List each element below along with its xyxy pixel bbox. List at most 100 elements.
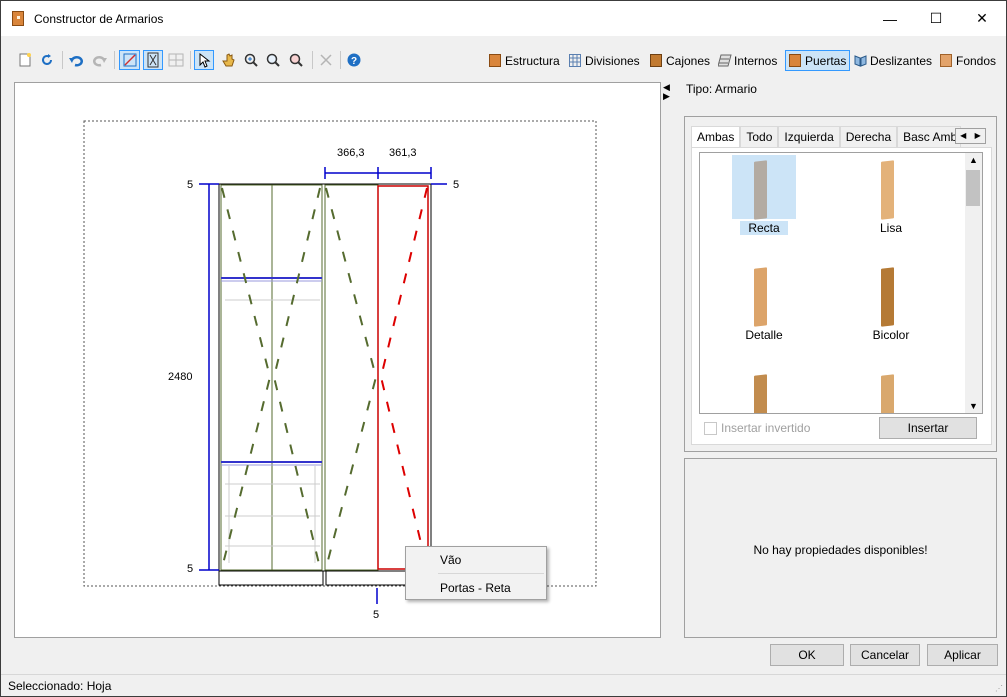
list-item-label: Lisa: [879, 221, 902, 235]
door-swing-left: [221, 187, 378, 569]
zoom-icon[interactable]: [287, 51, 305, 69]
help-icon[interactable]: ?: [345, 51, 363, 69]
collapse-right-icon[interactable]: ▶: [663, 92, 670, 101]
toolbar-estructura-label: Estructura: [505, 53, 560, 68]
door-swing-right: [379, 187, 428, 569]
tab-content: Recta Lisa Detalle Bicolor ▲ ▼ Insertar …: [691, 147, 992, 445]
toolbar: ? Estructura Divisiones Cajones Internos…: [1, 47, 1006, 73]
wardrobe-app-icon: [12, 11, 24, 26]
grid-icon[interactable]: [167, 51, 185, 69]
doors-icon: [789, 54, 801, 67]
tab-derecha[interactable]: Derecha: [839, 126, 898, 147]
plinth-left: [218, 570, 324, 586]
context-menu-item-vao[interactable]: Vão: [440, 553, 461, 567]
cancel-button[interactable]: Cancelar: [850, 644, 920, 666]
door-thumb: [859, 262, 923, 327]
toolbar-internos-button[interactable]: Internos: [715, 50, 780, 71]
door-thumb: [732, 369, 796, 413]
scroll-up-icon[interactable]: ▲: [965, 155, 982, 165]
structure-icon: [489, 54, 501, 67]
toolbar-divisiones-button[interactable]: Divisiones: [566, 50, 643, 71]
list-item-door-6[interactable]: [827, 367, 947, 413]
door-middle[interactable]: [324, 184, 379, 571]
tab-izquierda[interactable]: Izquierda: [778, 126, 840, 147]
list-scrollbar[interactable]: ▲ ▼: [965, 153, 982, 413]
drawing-canvas[interactable]: 366,3 361,3 2480 5 5 5 5: [14, 82, 661, 638]
door-right-selected[interactable]: [377, 185, 429, 570]
hand-icon[interactable]: [219, 51, 237, 69]
close-button[interactable]: ✕: [959, 1, 1005, 36]
minimize-button[interactable]: —: [867, 1, 913, 36]
sliding-icon: [854, 54, 867, 67]
maximize-button[interactable]: ☐: [913, 1, 959, 36]
title-bar: Constructor de Armarios — ☐ ✕: [1, 1, 1006, 36]
door-list[interactable]: Recta Lisa Detalle Bicolor ▲ ▼: [699, 152, 983, 414]
tab-scroll-right-icon[interactable]: ▶: [971, 129, 986, 143]
scrollbar-thumb[interactable]: [966, 170, 980, 206]
window-title: Constructor de Armarios: [34, 12, 164, 26]
list-item-recta[interactable]: Recta: [700, 153, 820, 253]
door-detalle-icon: [754, 267, 767, 327]
dim-top-right-label: 361,3: [389, 147, 417, 159]
toolbar-separator: [62, 51, 63, 69]
undo-icon[interactable]: [67, 51, 85, 69]
zoom-in-icon[interactable]: [264, 51, 282, 69]
zoom-fit-icon[interactable]: [242, 51, 260, 69]
list-item-label: Recta: [740, 221, 788, 235]
list-item-lisa[interactable]: Lisa: [827, 153, 947, 253]
ok-button[interactable]: OK: [770, 644, 844, 666]
door-library-panel: Ambas Todo Izquierda Derecha Basc Amba ◀…: [684, 116, 997, 452]
toolbar-deslizantes-button[interactable]: Deslizantes: [851, 50, 935, 71]
context-menu: Vão Portas - Reta: [405, 546, 547, 600]
pointer-icon[interactable]: [194, 50, 214, 70]
scroll-down-icon[interactable]: ▼: [965, 401, 982, 411]
no-properties-message: No hay propiedades disponibles!: [753, 543, 928, 557]
list-item-detalle[interactable]: Detalle: [700, 260, 820, 360]
door-type-tabs: Ambas Todo Izquierda Derecha Basc Amba: [691, 126, 962, 148]
apply-button[interactable]: Aplicar: [927, 644, 998, 666]
dimension-lines: [199, 167, 447, 604]
delete-icon[interactable]: [317, 51, 335, 69]
insert-inverted-checkbox[interactable]: [704, 421, 717, 435]
insert-inverted-row[interactable]: Insertar invertido: [704, 421, 810, 435]
door-panel-icon: [754, 374, 767, 413]
list-item-label: Bicolor: [872, 328, 910, 342]
toolbar-cajones-label: Cajones: [666, 53, 711, 68]
divisions-icon: [569, 54, 581, 67]
select-frame-icon[interactable]: [143, 50, 163, 70]
dim-top-edge-right-label: 5: [453, 179, 459, 191]
context-menu-item-portas-reta[interactable]: Portas - Reta: [440, 581, 511, 595]
panel-collapse-arrows[interactable]: ◀ ▶: [663, 83, 670, 101]
toolbar-estructura-button[interactable]: Estructura: [486, 50, 563, 71]
resize-grip-icon[interactable]: ⋰: [995, 684, 1003, 693]
toolbar-puertas-button[interactable]: Puertas: [785, 50, 851, 71]
door-recta-icon: [754, 160, 767, 220]
tab-ambas[interactable]: Ambas: [691, 126, 741, 148]
toolbar-separator: [190, 51, 191, 69]
toolbar-separator: [340, 51, 341, 69]
redo-icon[interactable]: [91, 51, 109, 69]
door-panel-icon: [881, 374, 894, 413]
toolbar-cajones-button[interactable]: Cajones: [647, 50, 713, 71]
list-item-bicolor[interactable]: Bicolor: [827, 260, 947, 360]
list-item-label: Detalle: [745, 328, 783, 342]
door-thumb: [859, 369, 923, 413]
edit-shape-icon[interactable]: [119, 50, 140, 70]
tab-basc-amba[interactable]: Basc Amba: [897, 126, 962, 147]
dim-top-left-label: 366,3: [337, 147, 365, 159]
insert-button[interactable]: Insertar: [879, 417, 977, 439]
list-item-door-5[interactable]: [700, 367, 820, 413]
svg-text:?: ?: [351, 56, 357, 67]
refresh-icon[interactable]: [38, 51, 56, 69]
new-icon[interactable]: [16, 51, 34, 69]
door-bicolor-icon: [881, 267, 894, 327]
properties-panel: No hay propiedades disponibles!: [684, 458, 997, 638]
toolbar-divisiones-label: Divisiones: [585, 53, 640, 68]
insert-inverted-label: Insertar invertido: [721, 421, 811, 435]
toolbar-internos-label: Internos: [734, 53, 778, 68]
dim-top-edge-left-label: 5: [187, 179, 193, 191]
toolbar-fondos-button[interactable]: Fondos: [937, 50, 999, 71]
wardrobe-drawing[interactable]: 366,3 361,3 2480 5 5 5 5: [15, 83, 660, 637]
tab-todo[interactable]: Todo: [740, 126, 779, 147]
tab-scroll-left-icon[interactable]: ◀: [956, 129, 971, 143]
